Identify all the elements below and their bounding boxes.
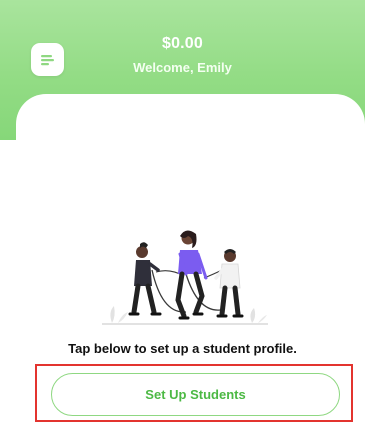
setup-prompt-text: Tap below to set up a student profile. [68,341,297,356]
welcome-message: Welcome, Emily [133,60,232,75]
balance-amount: $0.00 [161,35,204,52]
children-jump-rope-illustration [102,230,268,325]
set-up-students-button[interactable]: Set Up Students [51,373,340,416]
